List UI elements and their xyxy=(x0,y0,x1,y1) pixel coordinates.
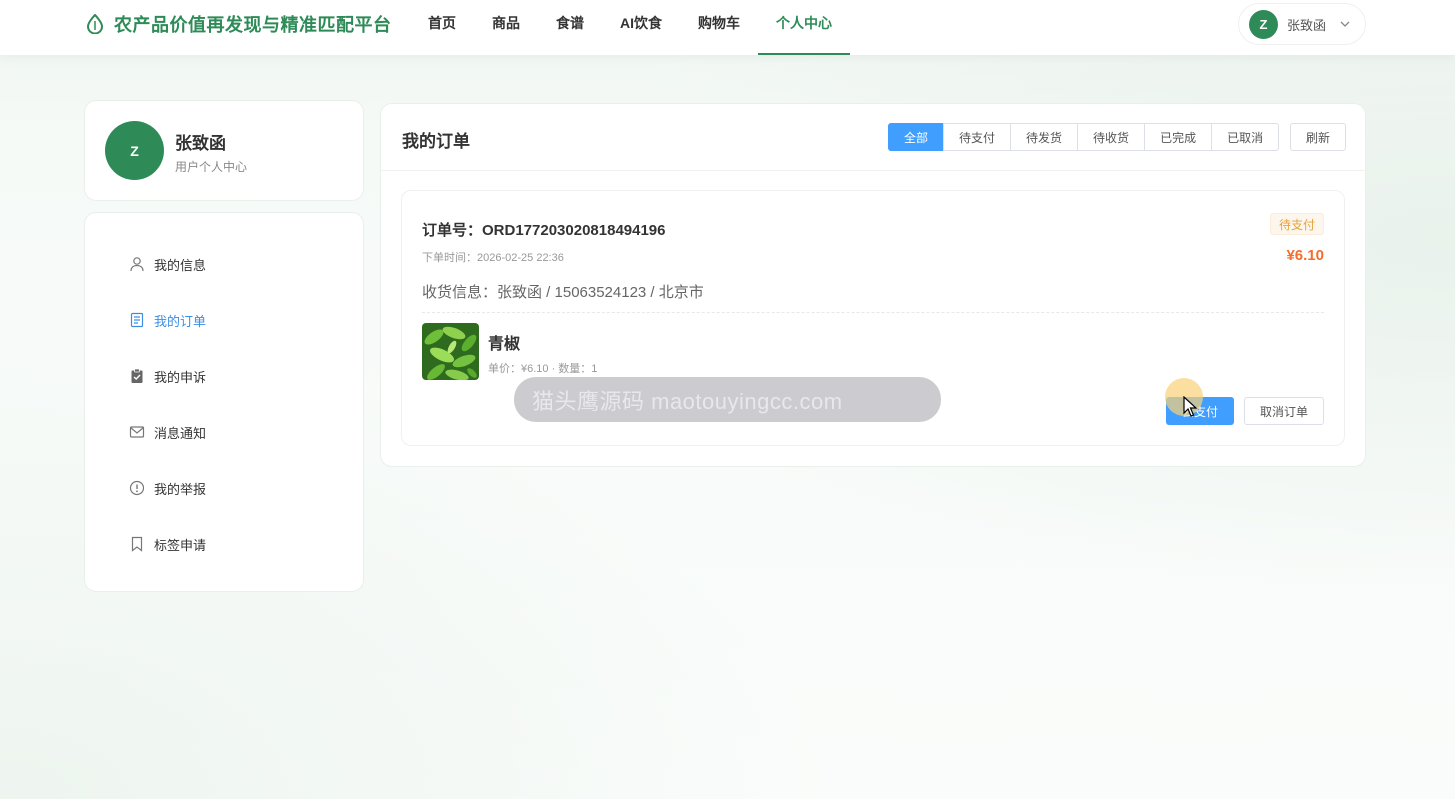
profile-avatar: Z xyxy=(105,121,164,180)
sidebar-menu: 我的信息 我的订单 我的申诉 消息通知 我的举报 标签申请 xyxy=(84,212,364,592)
page-title: 我的订单 xyxy=(402,132,470,151)
user-menu[interactable]: Z 张致函 xyxy=(1238,3,1366,45)
bookmark-icon xyxy=(131,536,143,552)
sidebar-item-notifications[interactable]: 消息通知 xyxy=(129,420,206,444)
filter-all[interactable]: 全部 xyxy=(888,123,945,151)
order-time: 下单时间：2026-02-25 22:36 xyxy=(422,252,564,264)
document-icon xyxy=(130,312,144,328)
nav-ai-diet[interactable]: AI饮食 xyxy=(602,0,680,55)
order-status-filter: 全部 待支付 待发货 待收货 已完成 已取消 xyxy=(888,123,1280,151)
leaf-drop-icon xyxy=(86,14,104,34)
sidebar-item-label: 我的信息 xyxy=(154,257,207,273)
product-image[interactable] xyxy=(422,323,479,380)
filter-pending-shipment[interactable]: 待发货 xyxy=(1010,123,1079,151)
product-name[interactable]: 青椒 xyxy=(488,330,520,354)
divider xyxy=(422,312,1324,313)
filter-completed[interactable]: 已完成 xyxy=(1144,123,1213,151)
nav-home[interactable]: 首页 xyxy=(410,0,474,55)
sidebar-item-my-appeals[interactable]: 我的申诉 xyxy=(129,364,206,388)
sidebar-item-my-info[interactable]: 我的信息 xyxy=(129,252,206,276)
main-nav: 首页 商品 食谱 AI饮食 购物车 个人中心 xyxy=(410,0,850,55)
profile-subtitle: 用户个人中心 xyxy=(175,160,248,174)
chevron-down-icon xyxy=(1340,21,1350,27)
nav-products[interactable]: 商品 xyxy=(474,0,538,55)
profile-name: 张致函 xyxy=(175,134,226,153)
status-badge: 待支付 xyxy=(1269,213,1324,235)
green-pepper-image xyxy=(422,323,479,380)
user-name: 张致函 xyxy=(1287,17,1327,33)
sidebar-item-label: 我的申诉 xyxy=(154,369,207,385)
mouse-cursor-icon xyxy=(1183,396,1198,417)
warning-icon xyxy=(129,480,145,496)
sidebar-item-tag-application[interactable]: 标签申请 xyxy=(129,532,206,556)
nav-personal-center[interactable]: 个人中心 xyxy=(758,0,850,55)
logo[interactable]: 农产品价值再发现与精准匹配平台 xyxy=(86,12,392,36)
product-price-quantity: 单价：¥6.10 · 数量：1 xyxy=(488,363,598,375)
shipping-info: 收货信息：张致函 / 15063524123 / 北京市 xyxy=(422,284,704,301)
filter-cancelled[interactable]: 已取消 xyxy=(1211,123,1280,151)
order-total: ¥6.10 xyxy=(1286,247,1324,264)
cancel-order-button[interactable]: 取消订单 xyxy=(1244,397,1324,425)
avatar: Z xyxy=(1249,9,1278,39)
sidebar-item-label: 我的举报 xyxy=(154,481,207,497)
sidebar-item-label: 我的订单 xyxy=(154,313,207,329)
profile-card: Z 张致函 用户个人中心 xyxy=(84,100,364,201)
mail-icon xyxy=(129,426,145,438)
top-navbar: 农产品价值再发现与精准匹配平台 首页 商品 食谱 AI饮食 购物车 个人中心 Z… xyxy=(0,0,1455,55)
filter-pending-payment[interactable]: 待支付 xyxy=(943,123,1012,151)
nav-cart[interactable]: 购物车 xyxy=(680,0,758,55)
user-icon xyxy=(130,257,144,272)
refresh-button[interactable]: 刷新 xyxy=(1290,123,1346,151)
divider xyxy=(381,170,1365,171)
sidebar-item-my-orders[interactable]: 我的订单 xyxy=(129,308,206,332)
sidebar-item-label: 消息通知 xyxy=(154,425,207,441)
watermark: 猫头鹰源码 maotouyingcc.com xyxy=(514,377,941,422)
filter-pending-receipt[interactable]: 待收货 xyxy=(1077,123,1146,151)
logo-text: 农产品价值再发现与精准匹配平台 xyxy=(114,15,392,35)
nav-recipes[interactable]: 食谱 xyxy=(538,0,602,55)
order-number: 订单号：ORD1772030208184941​96 xyxy=(422,222,666,239)
clipboard-icon xyxy=(131,368,143,383)
sidebar-item-label: 标签申请 xyxy=(154,537,207,553)
sidebar-item-my-reports[interactable]: 我的举报 xyxy=(129,476,206,500)
